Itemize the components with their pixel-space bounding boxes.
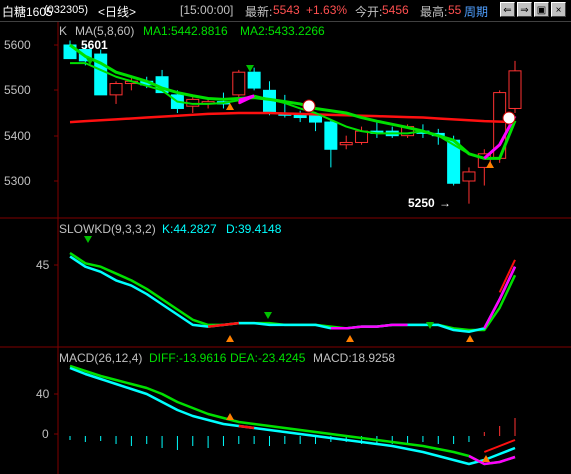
neutral-face-icon	[302, 99, 316, 113]
sell-arrow-icon	[246, 65, 254, 72]
price-tick-5600: 5600	[4, 38, 31, 52]
macd-diff-line	[69, 366, 516, 466]
macd-hist-value: MACD:18.9258	[313, 351, 396, 365]
buy-arrow-icon	[226, 335, 234, 342]
price-tick-5300: 5300	[4, 174, 31, 188]
kd-red-seg	[498, 259, 516, 293]
high-marker: 5601	[81, 38, 108, 52]
candle-body	[247, 71, 261, 89]
sell-arrow-icon	[264, 312, 272, 319]
candle-body	[462, 171, 476, 182]
kd-title: SLOWKD(9,3,3,2)	[59, 222, 156, 236]
kd-tick-45: 45	[36, 258, 50, 272]
macd-tick-0: 0	[42, 427, 49, 441]
macd-title: MACD(26,12,4)	[59, 351, 143, 365]
chart-canvas[interactable]	[0, 0, 571, 474]
candle-body	[109, 83, 123, 96]
kd-d-line	[69, 251, 517, 332]
macd-tick-40: 40	[36, 387, 50, 401]
kd-magenta-seg	[330, 323, 408, 330]
kd-k-value: K:44.2827	[162, 222, 217, 236]
candle-body	[293, 114, 307, 119]
price-tick-5500: 5500	[4, 83, 31, 97]
ma1-value: MA1:5442.8816	[143, 24, 228, 38]
candle-body	[324, 121, 338, 150]
low-marker: 5250	[408, 196, 435, 210]
candle-body	[355, 130, 369, 143]
macd-diff-value: DIFF:-13.9616	[149, 351, 227, 365]
candle-body	[309, 114, 323, 123]
kd-magenta-seg	[483, 266, 517, 329]
kd-k-line	[69, 255, 517, 333]
macd-red-seg	[238, 424, 255, 430]
price-tick-5400: 5400	[4, 129, 31, 143]
ma2-value: MA2:5433.2266	[240, 24, 325, 38]
candle-body	[262, 89, 276, 114]
buy-arrow-icon	[226, 413, 234, 420]
kline-title: K	[59, 24, 68, 38]
kd-d-value: D:39.4148	[226, 222, 282, 236]
buy-arrow-icon	[466, 335, 474, 342]
ma3-line	[69, 111, 516, 124]
ma-label: MA(5,8,60)	[75, 24, 135, 38]
candle-body	[232, 71, 246, 96]
smile-face-icon	[502, 111, 516, 125]
macd-dea-line	[69, 364, 516, 466]
candle-body	[339, 141, 353, 146]
low-marker-arrow: →	[439, 196, 451, 210]
buy-arrow-icon	[346, 335, 354, 342]
macd-dea-value: DEA:-23.4245	[230, 351, 306, 365]
candle-body	[508, 70, 522, 109]
sell-arrow-icon	[84, 236, 92, 243]
